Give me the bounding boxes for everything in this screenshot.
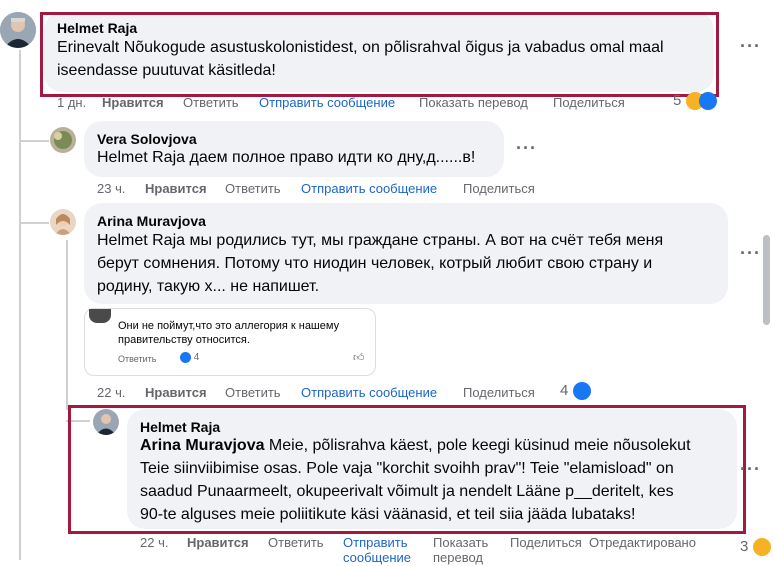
- person-photo-icon: [50, 127, 76, 153]
- embedded-likes: 4: [180, 352, 199, 363]
- avatar[interactable]: [50, 127, 76, 153]
- reaction-count: 3: [740, 538, 749, 555]
- comment-actions: 22 ч. Нравится Ответить Отправить сообще…: [97, 385, 597, 403]
- reaction-count: 4: [560, 382, 569, 399]
- reply-button[interactable]: Ответить: [183, 95, 239, 110]
- like-button[interactable]: Нравится: [187, 535, 249, 550]
- haha-reaction-icon: [752, 538, 771, 557]
- like-button[interactable]: Нравится: [145, 181, 207, 196]
- translate-line: Показать: [433, 535, 489, 550]
- thread-connector: [19, 140, 49, 142]
- reply-button[interactable]: Ответить: [225, 181, 281, 196]
- scrollbar-thumb[interactable]: [763, 235, 770, 325]
- timestamp[interactable]: 22 ч.: [140, 535, 168, 550]
- comment-text-line: берут сомнения. Потому что ниодин челове…: [97, 255, 653, 272]
- embedded-text-line: правительству относится.: [118, 334, 250, 346]
- embedded-comment-image[interactable]: Они не поймут,что это аллегория к нашему…: [84, 308, 376, 376]
- reply-button[interactable]: Ответить: [225, 385, 281, 400]
- send-message-link[interactable]: Отправить сообщение: [343, 535, 411, 565]
- more-options-icon[interactable]: ···: [516, 138, 537, 159]
- comment-actions: 22 ч. Нравится Ответить Отправить сообще…: [140, 535, 740, 565]
- like-reaction-icon: [698, 92, 717, 111]
- reactions[interactable]: 3: [740, 538, 771, 557]
- like-reaction-icon: [180, 352, 191, 363]
- like-reaction-icon: [572, 382, 591, 401]
- comment-text-line: родину, такую х... не напишет.: [97, 278, 320, 295]
- person-photo-icon: [50, 209, 76, 235]
- send-message-link[interactable]: Отправить сообщение: [301, 385, 437, 400]
- embedded-like-count: 4: [193, 352, 200, 364]
- avatar[interactable]: [0, 12, 36, 48]
- send-message-line: Отправить: [343, 535, 408, 550]
- share-button[interactable]: Поделиться: [463, 385, 535, 400]
- reactions[interactable]: 5: [673, 92, 717, 111]
- comment-author[interactable]: Arina Muravjova: [97, 213, 206, 229]
- embedded-text-line: Они не поймут,что это аллегория к нашему: [118, 320, 340, 332]
- embedded-reply: Ответить: [118, 354, 157, 364]
- reactions[interactable]: 4: [560, 382, 591, 401]
- thread-connector: [19, 222, 49, 224]
- comment-actions: 1 дн. Нравится Ответить Отправить сообще…: [57, 95, 757, 113]
- translate-link[interactable]: Показать перевод: [419, 95, 528, 110]
- thread-line: [66, 240, 68, 410]
- avatar[interactable]: [50, 209, 76, 235]
- thumbs-up-icon: 👍︎: [353, 352, 365, 364]
- embedded-avatar: [89, 309, 111, 323]
- share-button[interactable]: Поделиться: [553, 95, 625, 110]
- thread-line: [19, 50, 21, 145]
- comment-author[interactable]: Vera Solovjova: [97, 131, 197, 147]
- send-message-link[interactable]: Отправить сообщение: [301, 181, 437, 196]
- translate-line: перевод: [433, 550, 484, 565]
- send-message-line: сообщение: [343, 550, 412, 565]
- like-button[interactable]: Нравится: [145, 385, 207, 400]
- timestamp[interactable]: 1 дн.: [57, 95, 86, 110]
- send-message-link[interactable]: Отправить сообщение: [259, 95, 395, 110]
- share-button[interactable]: Поделиться: [510, 535, 582, 550]
- timestamp[interactable]: 22 ч.: [97, 385, 125, 400]
- more-options-icon[interactable]: ···: [740, 36, 761, 57]
- translate-link[interactable]: Показать перевод: [433, 535, 488, 565]
- person-photo-icon: [0, 12, 36, 48]
- reply-button[interactable]: Ответить: [268, 535, 324, 550]
- timestamp[interactable]: 23 ч.: [97, 181, 125, 196]
- like-button[interactable]: Нравится: [102, 95, 164, 110]
- highlight-box: [40, 12, 719, 97]
- edited-label: Отредактировано: [589, 535, 696, 550]
- more-options-icon[interactable]: ···: [740, 459, 761, 480]
- highlight-box: [68, 405, 746, 534]
- comment-text-line: Helmet Raja мы родились тут, мы граждане…: [97, 232, 664, 249]
- thread-line: [19, 143, 21, 223]
- reaction-count: 5: [673, 92, 682, 109]
- comment-actions: 23 ч. Нравится Ответить Отправить сообще…: [97, 181, 597, 199]
- thread-line: [19, 220, 21, 560]
- more-options-icon[interactable]: ···: [740, 243, 761, 264]
- share-button[interactable]: Поделиться: [463, 181, 535, 196]
- comment-text: Helmet Raja даем полное право идти ко дн…: [97, 149, 476, 166]
